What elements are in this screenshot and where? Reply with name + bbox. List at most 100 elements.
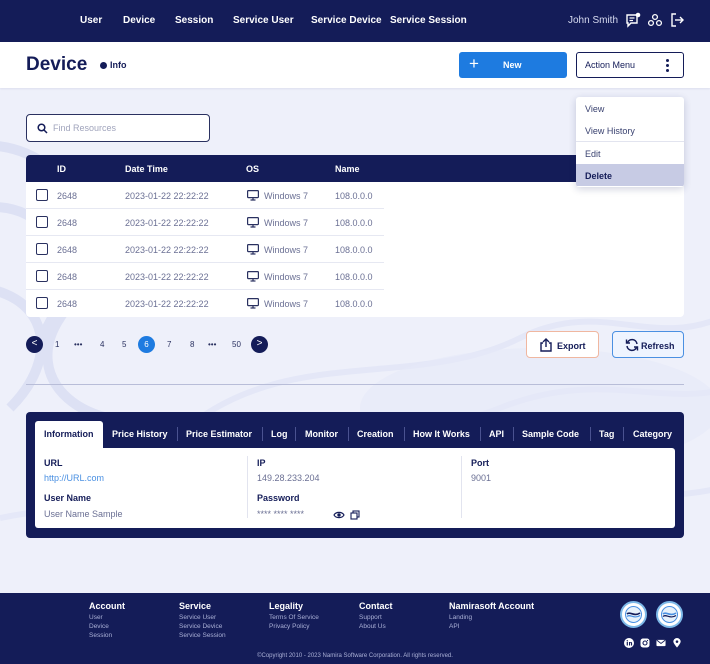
tab-separator — [177, 427, 178, 441]
username-value: User Name Sample — [44, 509, 123, 519]
ip-label: IP — [257, 458, 266, 468]
instagram-icon[interactable] — [640, 638, 650, 648]
menu-item-edit[interactable]: Edit — [576, 142, 684, 164]
page-5[interactable]: 5 — [122, 340, 126, 349]
tab-tag[interactable]: Tag — [599, 429, 614, 439]
nav-item-session[interactable]: Session — [175, 15, 213, 26]
info-link[interactable]: Info — [100, 60, 127, 70]
tab-sample-code[interactable]: Sample Code — [522, 429, 579, 439]
export-icon — [540, 338, 552, 352]
row-checkbox[interactable] — [36, 189, 48, 201]
copyright-text: ©Copyright 2010 - 2023 Namira Software C… — [257, 653, 453, 659]
url-value[interactable]: http://URL.com — [44, 473, 104, 483]
email-icon[interactable] — [656, 638, 666, 648]
page-1[interactable]: 1 — [55, 340, 59, 349]
footer-link[interactable]: Service Session — [179, 632, 226, 639]
next-page-button[interactable]: > — [251, 336, 268, 353]
nav-item-service-user[interactable]: Service User — [233, 15, 294, 26]
row-checkbox[interactable] — [36, 243, 48, 255]
tab-api[interactable]: API — [489, 429, 504, 439]
cell-name: 108.0.0.0 — [335, 245, 373, 255]
footer-column-title: Service — [179, 601, 212, 611]
footer-column-title: Namirasoft Account — [449, 601, 535, 611]
page-header: Device Info + New Action Menu — [0, 42, 710, 88]
footer-link[interactable]: Service User — [179, 614, 216, 621]
footer-link[interactable]: User — [89, 614, 103, 621]
footer-link[interactable]: Service Device — [179, 623, 222, 630]
refresh-button[interactable]: Refresh — [612, 331, 684, 358]
settings-icon[interactable] — [647, 12, 663, 28]
footer-column-title: Contact — [359, 601, 393, 611]
footer-link[interactable]: Privacy Policy — [269, 623, 309, 630]
cell-os: Windows 7 — [264, 272, 309, 282]
nav-item-user[interactable]: User — [80, 15, 102, 26]
footer-link[interactable]: Landing — [449, 614, 472, 621]
tab-creation[interactable]: Creation — [357, 429, 394, 439]
tab-monitor[interactable]: Monitor — [305, 429, 338, 439]
cell-id: 2648 — [57, 191, 78, 201]
monitor-icon — [247, 244, 259, 255]
nav-item-device[interactable]: Device — [123, 15, 155, 26]
tab-how-it-works[interactable]: How It Works — [413, 429, 470, 439]
search-box — [26, 114, 210, 142]
menu-item-delete[interactable]: Delete — [576, 164, 684, 186]
footer-link[interactable]: API — [449, 623, 459, 630]
page-7[interactable]: 7 — [167, 340, 171, 349]
logout-icon[interactable] — [669, 12, 685, 28]
monitor-icon — [247, 271, 259, 282]
location-icon[interactable] — [672, 638, 682, 648]
eye-icon[interactable] — [333, 510, 345, 520]
cell-os: Windows 7 — [264, 191, 309, 201]
table-row[interactable]: 2648 2023-01-22 22:22:22 Windows 7 108.0.0.… — [26, 236, 684, 263]
cell-name: 108.0.0.0 — [335, 272, 373, 282]
ip-value: 149.28.233.204 — [257, 473, 320, 483]
partner-seal-icon[interactable] — [656, 601, 683, 628]
new-button-label: New — [503, 60, 522, 70]
menu-item-view-history[interactable]: View History — [576, 119, 684, 141]
page-4[interactable]: 4 — [100, 340, 104, 349]
new-button[interactable]: + New — [459, 52, 567, 78]
footer-link[interactable]: Session — [89, 632, 112, 639]
row-checkbox[interactable] — [36, 297, 48, 309]
menu-item-view[interactable]: View — [576, 97, 684, 119]
footer-link[interactable]: About Us — [359, 623, 386, 630]
tab-separator — [295, 427, 296, 441]
column-header-name[interactable]: Name — [335, 164, 360, 174]
column-header-id[interactable]: ID — [57, 164, 66, 174]
refresh-button-label: Refresh — [641, 341, 675, 351]
copy-icon[interactable] — [350, 510, 360, 520]
page-6-current[interactable]: 6 — [138, 336, 155, 353]
field-separator — [461, 456, 462, 518]
page-title: Device — [26, 54, 88, 75]
footer-link[interactable]: Device — [89, 623, 109, 630]
search-input[interactable] — [53, 121, 203, 135]
previous-page-button[interactable]: < — [26, 336, 43, 353]
tab-category[interactable]: Category — [633, 429, 672, 439]
export-button[interactable]: Export — [526, 331, 599, 358]
action-menu-dropdown: View View History Edit Delete — [576, 97, 684, 187]
user-name[interactable]: John Smith — [568, 15, 618, 26]
footer-link[interactable]: Support — [359, 614, 382, 621]
row-checkbox[interactable] — [36, 270, 48, 282]
notification-icon[interactable] — [625, 12, 641, 28]
action-menu-button[interactable]: Action Menu — [576, 52, 684, 78]
tab-information[interactable]: Information — [35, 421, 103, 449]
username-label: User Name — [44, 493, 92, 503]
nav-item-service-device[interactable]: Service Device — [311, 15, 382, 26]
table-row[interactable]: 2648 2023-01-22 22:22:22 Windows 7 108.0.0.… — [26, 290, 684, 317]
table-row[interactable]: 2648 2023-01-22 22:22:22 Windows 7 108.0.0.… — [26, 263, 684, 290]
tab-log[interactable]: Log — [271, 429, 288, 439]
table-row[interactable]: 2648 2023-01-22 22:22:22 Windows 7 108.0.0.… — [26, 209, 684, 236]
linkedin-icon[interactable] — [624, 638, 634, 648]
column-header-date-time[interactable]: Date Time — [125, 164, 168, 174]
page-50[interactable]: 50 — [232, 340, 241, 349]
row-checkbox[interactable] — [36, 216, 48, 228]
tab-price-history[interactable]: Price History — [112, 429, 168, 439]
page-8[interactable]: 8 — [190, 340, 194, 349]
column-header-os[interactable]: OS — [246, 164, 259, 174]
cell-os: Windows 7 — [264, 299, 309, 309]
nav-item-service-session[interactable]: Service Session — [390, 15, 467, 26]
certification-seal-icon[interactable] — [620, 601, 647, 628]
footer-link[interactable]: Terms Of Service — [269, 614, 319, 621]
tab-price-estimator[interactable]: Price Estimator — [186, 429, 252, 439]
